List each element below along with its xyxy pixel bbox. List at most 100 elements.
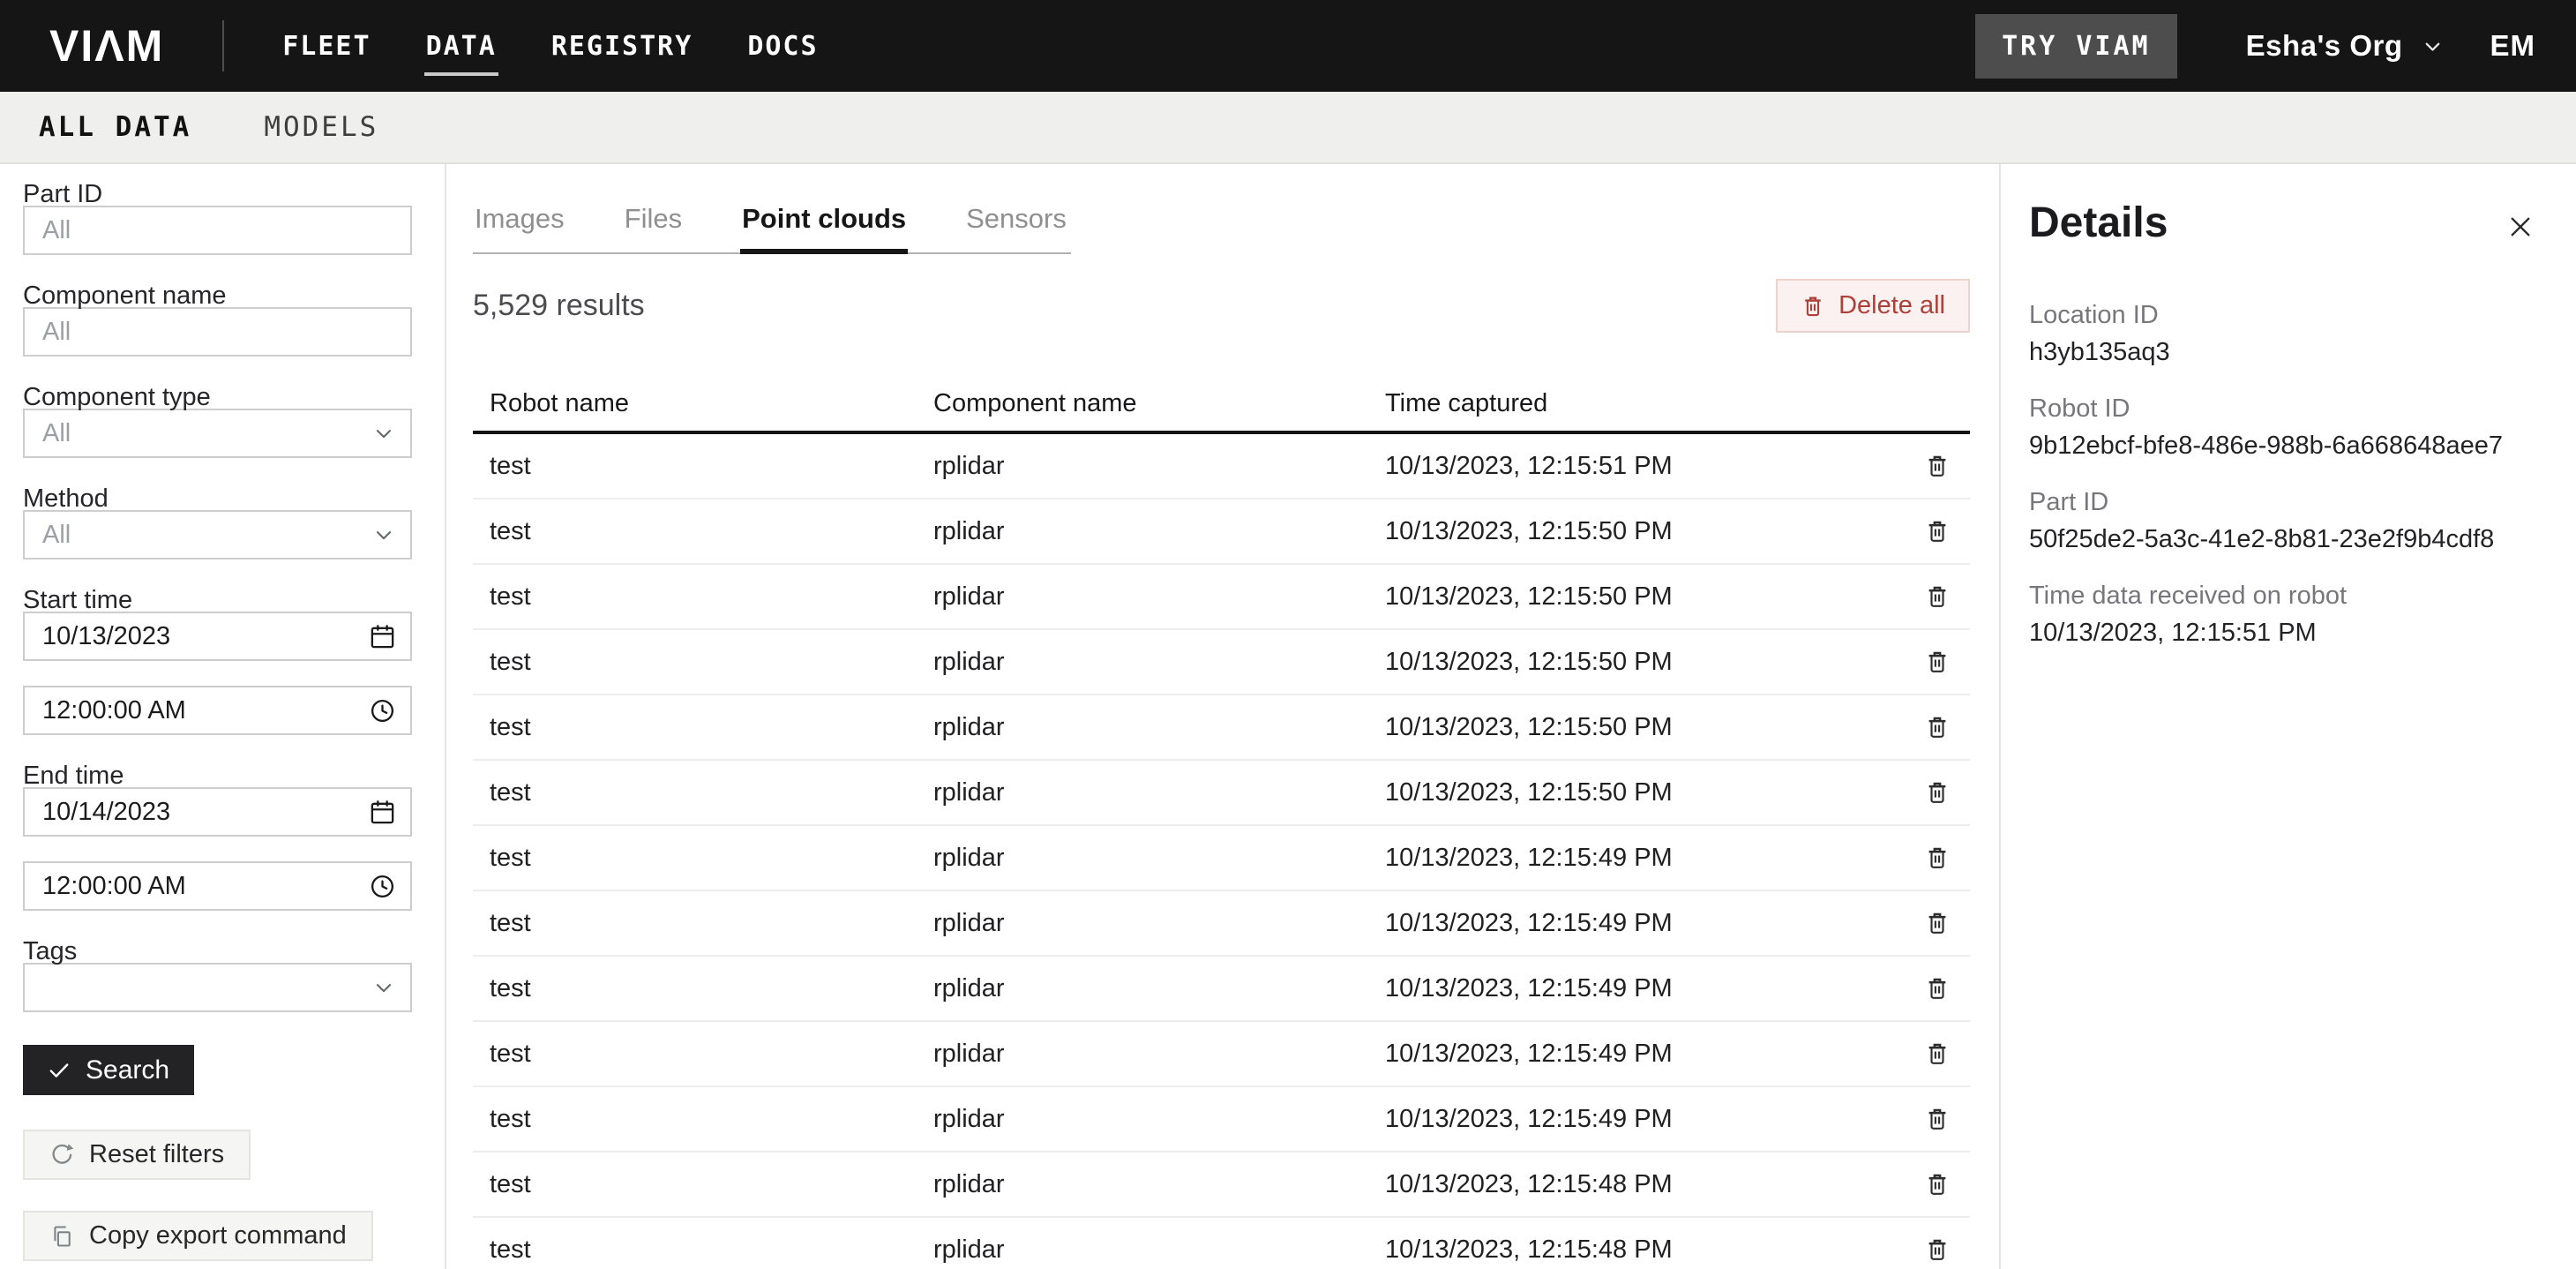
- table-row[interactable]: test rplidar 10/13/2023, 12:15:50 PM: [473, 630, 1970, 695]
- end-clock-input[interactable]: 12:00:00 AM: [23, 861, 412, 911]
- trash-icon: [1924, 714, 1951, 740]
- cell-time-captured: 10/13/2023, 12:15:50 PM: [1368, 778, 1904, 807]
- reset-filters-button[interactable]: Reset filters: [23, 1130, 251, 1180]
- cell-robot-name: test: [473, 1235, 917, 1265]
- delete-row-button[interactable]: [1924, 910, 1951, 936]
- subnav-tab[interactable]: MODELS: [264, 111, 378, 143]
- delete-row-button[interactable]: [1924, 1040, 1951, 1067]
- copy-export-command-button[interactable]: Copy export command: [23, 1211, 373, 1261]
- close-details-button[interactable]: [2505, 212, 2535, 242]
- copy-icon: [49, 1224, 74, 1249]
- data-type-tab[interactable]: Sensors: [964, 189, 1068, 254]
- table-row[interactable]: test rplidar 10/13/2023, 12:15:50 PM: [473, 565, 1970, 630]
- table-row[interactable]: test rplidar 10/13/2023, 12:15:49 PM: [473, 1022, 1970, 1087]
- start-time-label: Start time: [23, 587, 412, 613]
- method-select[interactable]: All: [23, 510, 412, 559]
- table-row[interactable]: test rplidar 10/13/2023, 12:15:48 PM: [473, 1218, 1970, 1269]
- start-date-input[interactable]: 10/13/2023: [23, 612, 412, 661]
- cell-component-name: rplidar: [917, 974, 1368, 1003]
- delete-row-button[interactable]: [1924, 1106, 1951, 1132]
- table-row[interactable]: test rplidar 10/13/2023, 12:15:50 PM: [473, 761, 1970, 826]
- table-row[interactable]: test rplidar 10/13/2023, 12:15:49 PM: [473, 826, 1970, 891]
- cell-component-name: rplidar: [917, 1170, 1368, 1199]
- delete-row-button[interactable]: [1924, 779, 1951, 806]
- delete-row-button[interactable]: [1924, 1236, 1951, 1263]
- tags-label: Tags: [23, 938, 412, 965]
- cell-robot-name: test: [473, 517, 917, 546]
- search-button[interactable]: Search: [23, 1045, 194, 1095]
- tags-select[interactable]: [23, 963, 412, 1012]
- results-count: 5,529 results: [473, 289, 645, 323]
- delete-row-button[interactable]: [1924, 453, 1951, 479]
- end-date-input[interactable]: 10/14/2023: [23, 787, 412, 837]
- filter-start-time: Start time 10/13/2023 12:00:00 AM: [23, 587, 412, 735]
- details-fields: Location ID h3yb135aq3 Robot ID 9b12ebcf…: [2029, 300, 2537, 648]
- cell-robot-name: test: [473, 1170, 917, 1199]
- org-switcher[interactable]: Esha's Org: [2246, 29, 2445, 63]
- start-clock-input[interactable]: 12:00:00 AM: [23, 686, 412, 735]
- viam-logo[interactable]: VIΛM: [49, 24, 164, 68]
- clock-icon[interactable]: [369, 697, 396, 725]
- trash-icon: [1801, 294, 1825, 319]
- subnav-tab[interactable]: ALL DATA: [39, 111, 191, 143]
- nav-item[interactable]: FLEET: [281, 17, 372, 76]
- cell-robot-name: test: [473, 1040, 917, 1069]
- cell-time-captured: 10/13/2023, 12:15:49 PM: [1368, 909, 1904, 938]
- data-type-tab[interactable]: Images: [473, 189, 566, 254]
- clock-icon[interactable]: [369, 873, 396, 900]
- try-viam-button[interactable]: TRY VIAM: [1975, 14, 2177, 79]
- component-type-label: Component type: [23, 384, 412, 410]
- delete-row-button[interactable]: [1924, 714, 1951, 740]
- close-icon: [2505, 212, 2535, 242]
- filter-component-name: Component name: [23, 282, 412, 357]
- table-row[interactable]: test rplidar 10/13/2023, 12:15:48 PM: [473, 1153, 1970, 1218]
- nav-item[interactable]: REGISTRY: [550, 17, 695, 76]
- cell-component-name: rplidar: [917, 1040, 1368, 1069]
- delete-row-button[interactable]: [1924, 649, 1951, 675]
- table-column-header: Robot name: [473, 389, 917, 431]
- trash-icon: [1924, 975, 1951, 1002]
- part-id-input[interactable]: [23, 206, 412, 255]
- delete-row-button[interactable]: [1924, 583, 1951, 610]
- details-field: Location ID h3yb135aq3: [2029, 300, 2537, 367]
- table-row[interactable]: test rplidar 10/13/2023, 12:15:49 PM: [473, 1087, 1970, 1153]
- delete-row-button[interactable]: [1924, 518, 1951, 544]
- avatar[interactable]: EM: [2490, 29, 2536, 63]
- data-type-tab[interactable]: Files: [623, 189, 684, 254]
- component-type-select[interactable]: All: [23, 409, 412, 458]
- filter-method: Method All: [23, 485, 412, 559]
- details-field: Part ID 50f25de2-5a3c-41e2-8b81-23e2f9b4…: [2029, 487, 2537, 554]
- delete-row-button[interactable]: [1924, 845, 1951, 871]
- cell-robot-name: test: [473, 648, 917, 677]
- details-field-label: Location ID: [2029, 300, 2537, 330]
- end-time-label: End time: [23, 762, 412, 789]
- delete-row-button[interactable]: [1924, 975, 1951, 1002]
- calendar-icon[interactable]: [369, 623, 396, 650]
- trash-icon: [1924, 1040, 1951, 1067]
- point-clouds-table: Robot name Component name Time captured …: [473, 389, 1970, 1269]
- details-field-label: Time data received on robot: [2029, 581, 2537, 611]
- delete-row-button[interactable]: [1924, 1171, 1951, 1198]
- nav-item[interactable]: DOCS: [745, 17, 820, 76]
- table-row[interactable]: test rplidar 10/13/2023, 12:15:50 PM: [473, 499, 1970, 565]
- trash-icon: [1924, 1236, 1951, 1263]
- delete-all-button[interactable]: Delete all: [1776, 279, 1970, 333]
- calendar-icon[interactable]: [369, 799, 396, 826]
- cell-component-name: rplidar: [917, 1105, 1368, 1134]
- details-field-value: 50f25de2-5a3c-41e2-8b81-23e2f9b4cdf8: [2029, 524, 2537, 554]
- details-title: Details: [2029, 201, 2537, 245]
- cell-time-captured: 10/13/2023, 12:15:48 PM: [1368, 1170, 1904, 1199]
- nav-item[interactable]: DATA: [424, 17, 498, 76]
- component-name-input[interactable]: [23, 307, 412, 357]
- table-row[interactable]: test rplidar 10/13/2023, 12:15:49 PM: [473, 957, 1970, 1022]
- table-row[interactable]: test rplidar 10/13/2023, 12:15:50 PM: [473, 695, 1970, 761]
- table-row[interactable]: test rplidar 10/13/2023, 12:15:49 PM: [473, 891, 1970, 957]
- table-body: test rplidar 10/13/2023, 12:15:51 PM: [473, 434, 1970, 1269]
- refresh-icon: [49, 1143, 74, 1168]
- table-row[interactable]: test rplidar 10/13/2023, 12:15:51 PM: [473, 434, 1970, 499]
- page-layout: Part ID Component name Component type Al…: [0, 164, 2576, 1269]
- trash-icon: [1924, 1106, 1951, 1132]
- data-type-tab[interactable]: Point clouds: [740, 189, 908, 254]
- trash-icon: [1924, 1171, 1951, 1198]
- details-field-value: h3yb135aq3: [2029, 337, 2537, 367]
